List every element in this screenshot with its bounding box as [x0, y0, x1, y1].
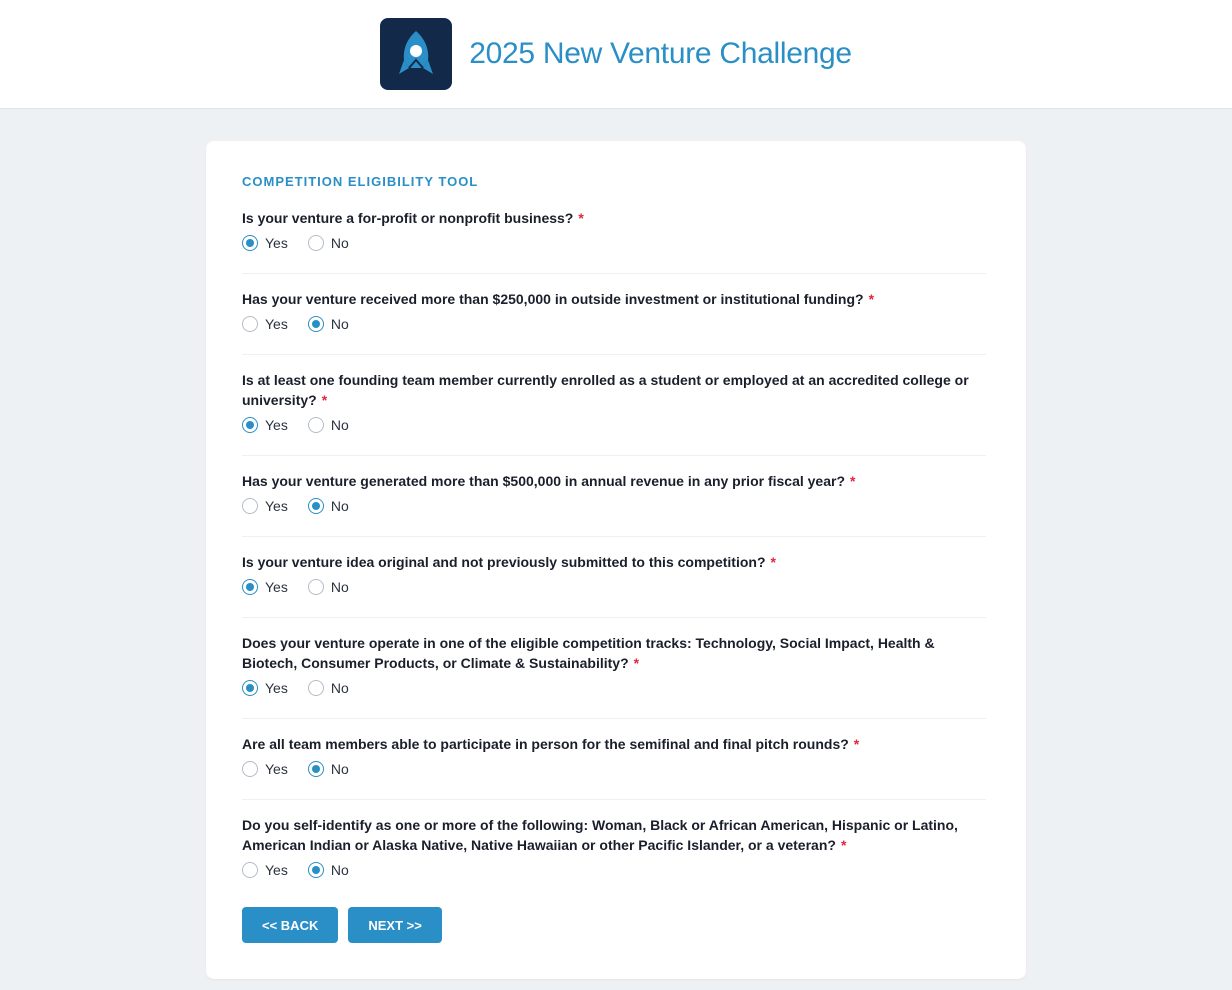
question-text: Is your venture a for-profit or nonprofi… [242, 208, 986, 228]
required-marker: * [770, 554, 776, 570]
form-actions: << BACK NEXT >> [242, 907, 990, 943]
radio-group: Yes No [242, 233, 986, 253]
radio-option-no[interactable]: No [307, 417, 349, 433]
radio-button[interactable] [307, 761, 324, 777]
question-label: Is at least one founding team member cur… [242, 372, 969, 408]
radio-option-yes[interactable]: Yes [242, 761, 288, 777]
radio-option-yes[interactable]: Yes [242, 680, 288, 696]
question-label: Do you self-identify as one or more of t… [242, 817, 958, 853]
question-label: Does your venture operate in one of the … [242, 635, 935, 671]
radio-option-no[interactable]: No [307, 680, 349, 696]
radio-label: Yes [265, 680, 288, 696]
radio-label: No [330, 498, 349, 514]
radio-option-no[interactable]: No [307, 235, 349, 251]
radio-button[interactable] [307, 862, 324, 878]
required-marker: * [633, 655, 640, 671]
question-block: Has your venture received more than $250… [242, 289, 986, 355]
question-text: Is your venture idea original and not pr… [242, 552, 986, 572]
radio-button[interactable] [307, 680, 324, 696]
radio-label: No [330, 235, 349, 251]
question-text: Are all team members able to participate… [242, 734, 986, 754]
question-block: Does your venture operate in one of the … [242, 633, 986, 719]
radio-label: Yes [265, 498, 288, 514]
question-text: Does your venture operate in one of the … [242, 633, 986, 673]
question-text: Has your venture received more than $250… [242, 289, 986, 309]
question-block: Is at least one founding team member cur… [242, 370, 986, 456]
radio-option-yes[interactable]: Yes [242, 417, 288, 433]
question-label: Are all team members able to participate… [242, 736, 849, 752]
radio-group: Yes No [242, 415, 986, 435]
radio-button[interactable] [242, 761, 258, 777]
required-marker: * [853, 736, 860, 752]
radio-option-no[interactable]: No [307, 862, 349, 878]
radio-option-yes[interactable]: Yes [242, 235, 288, 251]
required-marker: * [578, 210, 584, 226]
radio-label: No [330, 761, 349, 777]
radio-button[interactable] [307, 316, 324, 332]
radio-button[interactable] [242, 862, 258, 878]
question-label: Has your venture generated more than $50… [242, 473, 846, 489]
radio-label: Yes [265, 316, 288, 332]
app-header: 2025 New Venture Challenge [0, 0, 1232, 109]
question-label: Is your venture idea original and not pr… [242, 554, 766, 570]
radio-option-yes[interactable]: Yes [242, 862, 288, 878]
question-list: Is your venture a for-profit or nonprofi… [242, 208, 990, 907]
question-label: Has your venture received more than $250… [242, 291, 864, 307]
required-marker: * [321, 392, 328, 408]
radio-button[interactable] [307, 417, 324, 433]
radio-group: Yes No [242, 577, 986, 597]
radio-button[interactable] [242, 498, 258, 514]
question-block: Has your venture generated more than $50… [242, 471, 986, 537]
radio-group: Yes No [242, 678, 986, 698]
radio-group: Yes No [242, 860, 986, 880]
next-button[interactable]: NEXT >> [348, 907, 442, 943]
radio-option-yes[interactable]: Yes [242, 579, 288, 595]
radio-group: Yes No [242, 314, 986, 334]
question-block: Is your venture idea original and not pr… [242, 552, 986, 618]
radio-option-no[interactable]: No [307, 579, 349, 595]
radio-group: Yes No [242, 759, 986, 779]
question-text: Has your venture generated more than $50… [242, 471, 986, 491]
eligibility-form-card: COMPETITION ELIGIBILITY TOOL Is your ven… [206, 141, 1026, 979]
section-title: COMPETITION ELIGIBILITY TOOL [242, 174, 479, 189]
radio-label: No [330, 862, 349, 878]
radio-label: No [330, 316, 349, 332]
radio-label: Yes [265, 235, 288, 251]
question-text: Do you self-identify as one or more of t… [242, 815, 986, 855]
radio-label: Yes [265, 761, 288, 777]
radio-label: Yes [265, 862, 288, 878]
required-marker: * [840, 837, 847, 853]
radio-option-no[interactable]: No [307, 498, 349, 514]
question-label: Is your venture a for-profit or nonprofi… [242, 210, 574, 226]
radio-button[interactable] [242, 417, 258, 433]
radio-button[interactable] [307, 579, 324, 595]
radio-option-no[interactable]: No [307, 761, 349, 777]
radio-option-no[interactable]: No [307, 316, 349, 332]
radio-button[interactable] [242, 680, 258, 696]
radio-label: Yes [265, 579, 288, 595]
radio-option-yes[interactable]: Yes [242, 498, 288, 514]
radio-option-yes[interactable]: Yes [242, 316, 288, 332]
back-button[interactable]: << BACK [242, 907, 339, 943]
question-block: Do you self-identify as one or more of t… [242, 815, 986, 907]
required-marker: * [850, 473, 856, 489]
radio-group: Yes No [242, 496, 986, 516]
question-block: Is your venture a for-profit or nonprofi… [242, 208, 986, 274]
radio-button[interactable] [242, 579, 258, 595]
rocket-icon [380, 18, 453, 90]
radio-label: No [330, 579, 349, 595]
radio-label: Yes [265, 417, 288, 433]
radio-button[interactable] [242, 235, 258, 251]
question-text: Is at least one founding team member cur… [242, 370, 986, 410]
page-title: 2025 New Venture Challenge [469, 37, 852, 70]
radio-label: No [330, 680, 349, 696]
radio-button[interactable] [242, 316, 258, 332]
radio-button[interactable] [307, 498, 324, 514]
required-marker: * [868, 291, 875, 307]
radio-button[interactable] [307, 235, 324, 251]
radio-label: No [330, 417, 349, 433]
question-block: Are all team members able to participate… [242, 734, 986, 800]
